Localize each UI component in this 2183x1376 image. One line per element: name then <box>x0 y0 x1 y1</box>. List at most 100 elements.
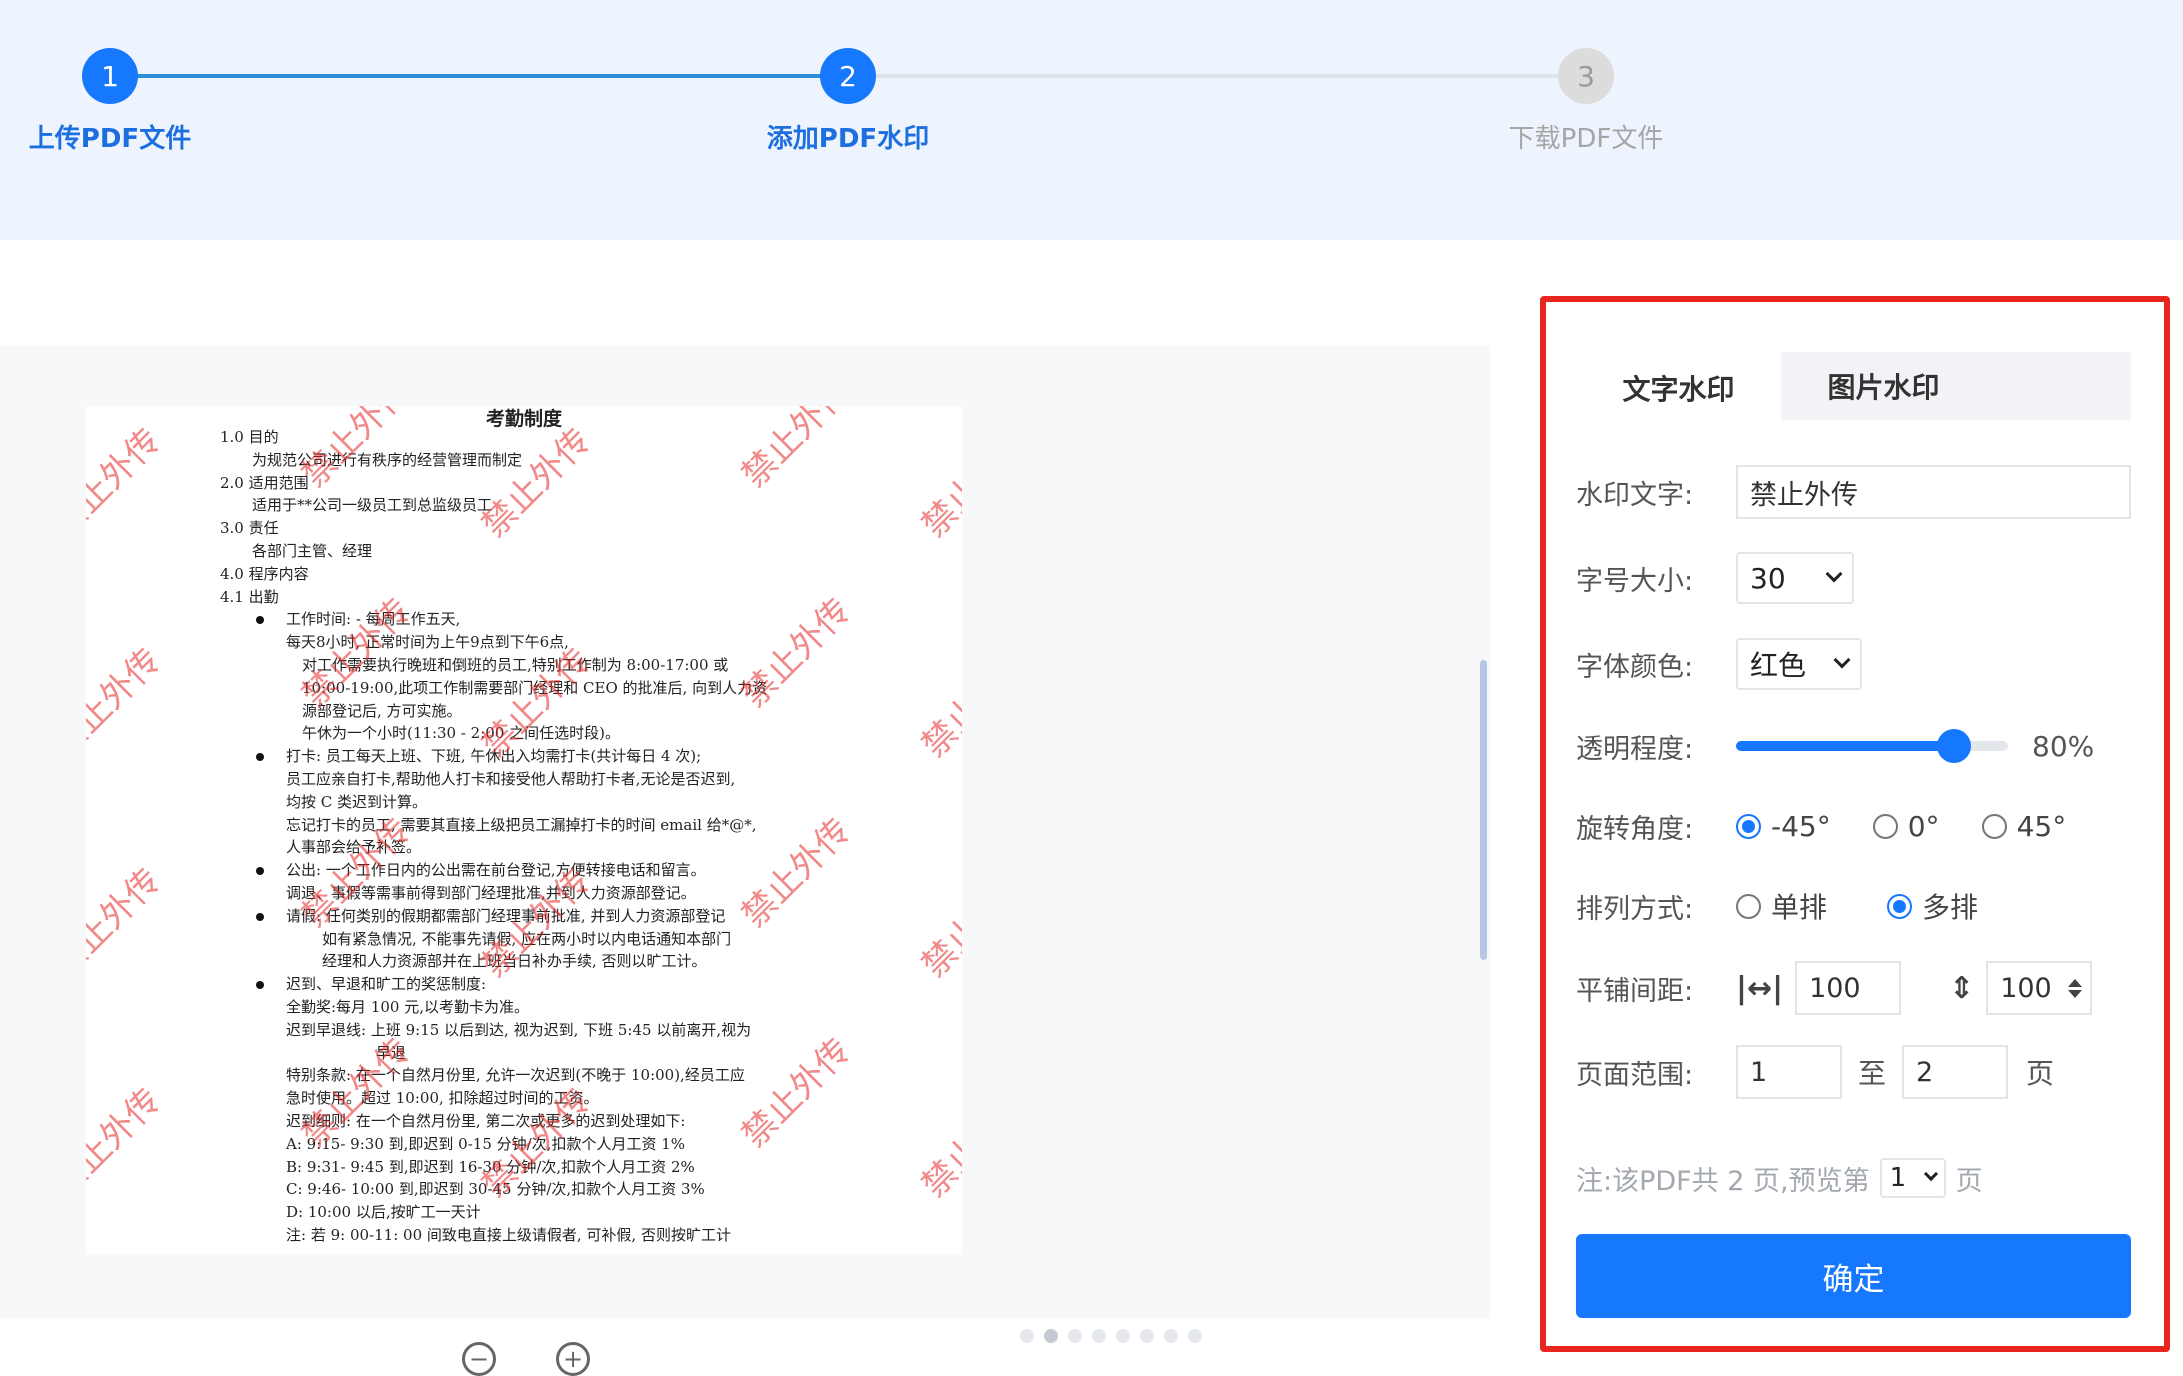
chevron-down-icon <box>1923 1166 1938 1182</box>
preview-page-select[interactable]: 1 <box>1879 1158 1946 1198</box>
document-line: 忘记打卡的员工, 需要其直接上级把员工漏掉打卡的时间 email 给*@*, <box>286 815 757 834</box>
bullet-icon <box>256 616 264 625</box>
document-line: A: 9:15- 9:30 到,即迟到 0-15 分钟/次,扣款个人月工资 1% <box>286 1134 686 1153</box>
confirm-button[interactable]: 确定 <box>1576 1234 2131 1318</box>
step-1-label: 上传PDF文件 <box>28 124 192 154</box>
layout-label: 排列方式: <box>1576 893 1694 925</box>
watermark-text-row: 水印文字: 禁止外传 <box>1576 464 2136 520</box>
page-range-row: 页面范围: 1 至 2 页 <box>1576 1044 2136 1100</box>
document-line: 2.0 适用范围 <box>220 473 309 492</box>
document-line: 注: 若 9: 00-11: 00 间致电直接上级请假者, 可补假, 否则按旷工… <box>286 1226 731 1244</box>
watermark-tile: 禁止外传 <box>86 420 169 546</box>
step-connector-todo <box>875 74 1587 78</box>
rotation-45-option[interactable]: 45° <box>1981 810 2066 843</box>
watermark-tile: 禁止外传 <box>914 860 962 986</box>
tab-text-watermark[interactable]: 文字水印 <box>1576 352 1781 420</box>
bullet-icon <box>256 867 264 876</box>
watermark-tile: 禁止外传 <box>474 420 599 546</box>
page-range-from-input[interactable]: 1 <box>1736 1045 1842 1099</box>
step-2-label: 添加PDF水印 <box>766 124 930 154</box>
bullet-icon <box>256 753 264 762</box>
page-count-note: 注:该PDF共 2 页,预览第 1 页 <box>1576 1158 1983 1198</box>
page-dot[interactable] <box>1188 1329 1202 1343</box>
page-dot[interactable] <box>1068 1329 1082 1343</box>
page-dot[interactable] <box>1020 1329 1034 1343</box>
rotation-row: 旋转角度: -45° 0° 45° <box>1576 798 2136 854</box>
document-line: 3.0 责任 <box>220 519 279 538</box>
radio-empty-icon <box>1736 893 1761 919</box>
bullet-icon <box>256 912 264 921</box>
opacity-row: 透明程度: 80% <box>1576 718 2136 774</box>
step-1-circle: 1 <box>82 48 138 104</box>
chevron-down-icon <box>1825 565 1843 583</box>
pdf-page-preview: 考勤制度 1.0 目的 为规范公司进行有秩序的经营管理而制定 2.0 适用范围 适用于… <box>86 406 962 1254</box>
document-line: 午休为一个小时(11:30 - 2:00 之间任选时段)。 <box>302 724 620 743</box>
page-dot[interactable] <box>1044 1329 1058 1343</box>
opacity-value: 80% <box>2032 729 2095 763</box>
page-range-label: 页面范围: <box>1576 1059 1694 1091</box>
font-size-label: 字号大小: <box>1576 565 1694 597</box>
layout-multi-option[interactable]: 多排 <box>1887 886 1978 926</box>
vertical-spacing-input[interactable]: 100 <box>1986 961 2093 1015</box>
watermark-text-input[interactable]: 禁止外传 <box>1736 465 2131 519</box>
font-color-label: 字体颜色: <box>1576 651 1694 683</box>
watermark-tile: 禁止外传 <box>734 1030 859 1156</box>
rotation-minus45-option[interactable]: -45° <box>1736 810 1831 843</box>
spacing-row: 平铺间距: |↔| 100 ⇕ 100 <box>1576 960 2136 1016</box>
note-prefix: 注:该PDF共 2 页,预览第 <box>1576 1165 1870 1197</box>
page-dot[interactable] <box>1116 1329 1130 1343</box>
opacity-slider[interactable] <box>1736 729 2008 763</box>
spacing-label: 平铺间距: <box>1576 975 1694 1007</box>
radio-empty-icon <box>1981 813 2007 839</box>
rotation-0-option[interactable]: 0° <box>1872 810 1940 843</box>
document-line: 各部门主管、经理 <box>252 542 373 560</box>
preview-scrollbar[interactable] <box>1480 660 1487 960</box>
radio-selected-icon <box>1887 893 1913 919</box>
number-stepper-icon[interactable] <box>2068 978 2083 998</box>
document-line: 4.1 出勤 <box>220 587 279 606</box>
page-dot[interactable] <box>1140 1329 1154 1343</box>
page-dot[interactable] <box>1092 1329 1106 1343</box>
opacity-slider-handle[interactable] <box>1936 729 1971 763</box>
watermark-text-label: 水印文字: <box>1576 479 1694 511</box>
page-range-unit: 页 <box>2026 1057 2055 1090</box>
page-dot[interactable] <box>1164 1329 1178 1343</box>
layout-single-option[interactable]: 单排 <box>1736 886 1827 926</box>
font-size-select[interactable]: 30 <box>1736 552 1854 604</box>
document-line: 迟到、早退和旷工的奖惩制度: <box>286 975 487 994</box>
horizontal-spacing-icon: |↔| <box>1736 970 1784 1006</box>
page-range-to-input[interactable]: 2 <box>1902 1045 2009 1099</box>
radio-empty-icon <box>1872 813 1898 839</box>
font-color-row: 字体颜色: 红色 <box>1576 636 2136 692</box>
step-connector-done <box>110 74 847 78</box>
watermark-tile: 禁止外传 <box>914 420 962 546</box>
step-2-circle: 2 <box>820 48 876 104</box>
watermark-tile: 禁止外传 <box>86 1080 169 1206</box>
font-size-row: 字号大小: 30 <box>1576 550 2136 606</box>
watermark-tile: 禁止外传 <box>86 860 169 986</box>
zoom-in-icon[interactable]: + <box>556 1342 590 1376</box>
document-line: 1.0 目的 <box>220 428 279 446</box>
rotation-label: 旋转角度: <box>1576 813 1694 845</box>
document-line: 均按 C 类迟到计算。 <box>286 792 428 811</box>
document-line: 迟到早退线: 上班 9:15 以后到达, 视为迟到, 下班 5:45 以前离开,… <box>286 1020 752 1039</box>
font-color-select[interactable]: 红色 <box>1736 638 1862 690</box>
step-3-label: 下载PDF文件 <box>1508 124 1664 154</box>
opacity-slider-fill <box>1736 741 1954 751</box>
radio-selected-icon <box>1736 813 1761 839</box>
document-line: 员工应亲自打卡,帮助他人打卡和接受他人帮助打卡者,无论是否迟到, <box>286 770 736 788</box>
horizontal-spacing-input[interactable]: 100 <box>1795 961 1902 1015</box>
step-3-circle: 3 <box>1558 48 1614 104</box>
document-line: D: 10:00 以后,按旷工一天计 <box>286 1203 481 1222</box>
zoom-out-icon[interactable]: − <box>462 1342 496 1376</box>
page-range-to-text: 至 <box>1858 1057 1887 1090</box>
tab-image-watermark[interactable]: 图片水印 <box>1781 352 1986 420</box>
watermark-tile: 禁止外传 <box>734 590 859 716</box>
document-line: 4.0 程序内容 <box>220 564 309 583</box>
step-progress-bar: 1 上传PDF文件 2 添加PDF水印 3 下载PDF文件 <box>0 0 2183 240</box>
watermark-tile: 禁止外传 <box>914 1080 962 1206</box>
watermark-settings-panel: 文字水印 图片水印 水印文字: 禁止外传 字号大小: 30 字体颜色: 红色 透… <box>1540 296 2170 1352</box>
layout-row: 排列方式: 单排 多排 <box>1576 878 2136 934</box>
vertical-spacing-icon: ⇕ <box>1949 970 1975 1006</box>
document-line: 适用于**公司一级员工到总监级员工 <box>252 496 493 515</box>
